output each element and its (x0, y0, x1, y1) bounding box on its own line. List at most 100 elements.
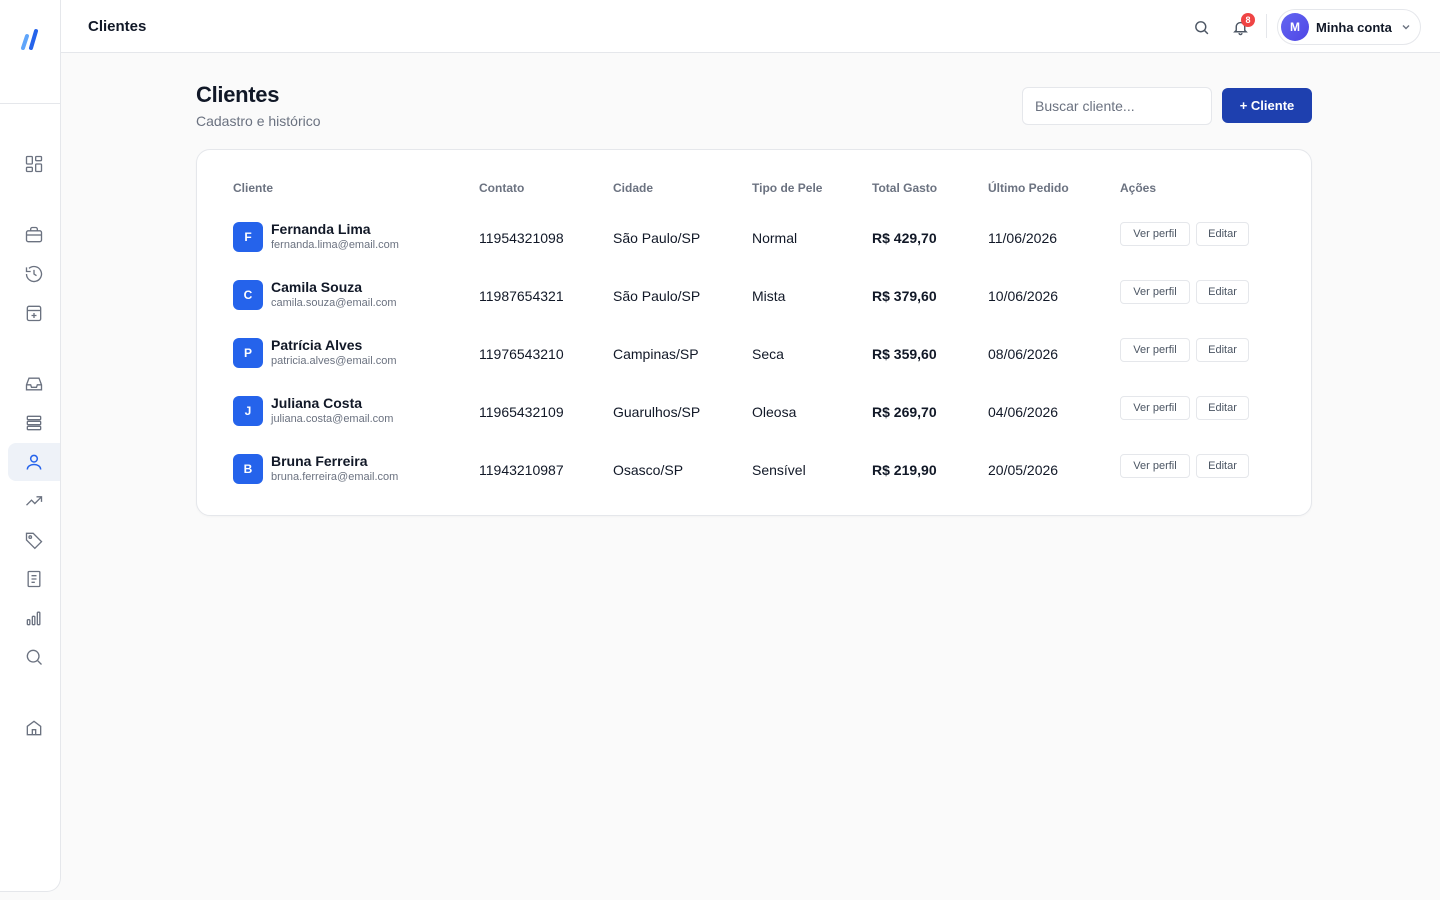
edit-button[interactable]: Editar (1196, 222, 1249, 246)
sidebar-item-sales[interactable] (8, 482, 60, 520)
client-last-order: 10/06/2026 (988, 288, 1059, 304)
avatar: M (1281, 13, 1309, 41)
client-name: Camila Souza (271, 279, 363, 295)
account-menu[interactable]: M Minha conta (1277, 9, 1421, 45)
clients-table: Cliente Contato Cidade Tipo de Pele Tota… (196, 149, 1312, 516)
sidebar-item-documents[interactable] (8, 560, 60, 598)
view-profile-button[interactable]: Ver perfil (1120, 454, 1190, 478)
client-contact: 11987654321 (479, 288, 564, 304)
client-skin-type: Oleosa (752, 404, 797, 420)
client-email: fernanda.lima@email.com (271, 239, 399, 251)
client-skin-type: Sensível (752, 462, 806, 478)
view-profile-button[interactable]: Ver perfil (1120, 396, 1190, 420)
client-total-spent: R$ 429,70 (872, 230, 937, 246)
client-city: Osasco/SP (613, 462, 684, 478)
add-client-button[interactable]: + Cliente (1222, 88, 1312, 123)
client-contact: 11954321098 (479, 230, 564, 246)
client-avatar: P (233, 338, 263, 368)
column-header-city: Cidade (613, 181, 654, 195)
user-icon (26, 454, 42, 470)
dashboard-icon (25, 155, 43, 173)
sidebar-item-tags[interactable] (8, 521, 60, 559)
table-row: P Patrícia Alves patricia.alves@email.co… (197, 324, 1311, 382)
search-icon (1194, 20, 1208, 34)
page-title: Clientes (196, 82, 280, 107)
view-profile-button[interactable]: Ver perfil (1120, 338, 1190, 362)
client-last-order: 20/05/2026 (988, 462, 1059, 478)
client-contact: 11943210987 (479, 462, 564, 478)
sidebar-item-dashboard[interactable] (8, 145, 60, 183)
topbar-search-button[interactable] (1190, 16, 1212, 38)
sidebar-item-stock[interactable] (8, 294, 60, 332)
edit-button[interactable]: Editar (1196, 454, 1249, 478)
client-city: Guarulhos/SP (613, 404, 701, 420)
trending-up-icon (26, 496, 43, 506)
client-last-order: 08/06/2026 (988, 346, 1059, 362)
client-name: Fernanda Lima (271, 221, 371, 237)
sidebar-item-search[interactable] (8, 638, 60, 676)
client-email: camila.souza@email.com (271, 297, 397, 309)
topbar-title: Clientes (88, 18, 147, 35)
document-icon (27, 570, 41, 588)
search-icon (26, 649, 42, 665)
layers-icon (26, 415, 42, 431)
edit-button[interactable]: Editar (1196, 338, 1249, 362)
client-total-spent: R$ 219,90 (872, 462, 937, 478)
account-label: Minha conta (1316, 19, 1392, 35)
client-city: São Paulo/SP (613, 288, 701, 304)
briefcase-icon (25, 226, 43, 243)
view-profile-button[interactable]: Ver perfil (1120, 222, 1190, 246)
sidebar-item-history[interactable] (8, 255, 60, 293)
client-avatar: J (233, 396, 263, 426)
client-avatar: F (233, 222, 263, 252)
client-total-spent: R$ 269,70 (872, 404, 937, 420)
client-skin-type: Normal (752, 230, 798, 246)
client-last-order: 11/06/2026 (988, 230, 1058, 246)
sidebar-item-orders[interactable] (8, 216, 60, 254)
table-row: B Bruna Ferreira bruna.ferreira@email.co… (197, 440, 1311, 498)
edit-button[interactable]: Editar (1196, 280, 1249, 304)
column-header-last-order: Último Pedido (988, 181, 1069, 195)
bar-chart-icon (26, 611, 41, 626)
client-avatar: C (233, 280, 263, 310)
archive-plus-icon (26, 305, 42, 322)
client-email: bruna.ferreira@email.com (271, 471, 399, 483)
topbar-divider (1266, 14, 1267, 38)
notifications-badge: 8 (1241, 13, 1255, 27)
column-header-actions: Ações (1120, 181, 1157, 195)
client-contact: 11976543210 (479, 346, 564, 362)
logo[interactable] (0, 0, 60, 104)
table-row: J Juliana Costa juliana.costa@email.com … (197, 382, 1311, 440)
client-total-spent: R$ 379,60 (872, 288, 937, 304)
column-header-contact: Contato (479, 181, 525, 195)
view-profile-button[interactable]: Ver perfil (1120, 280, 1190, 304)
page-subtitle: Cadastro e histórico (196, 113, 321, 129)
client-name: Juliana Costa (271, 395, 363, 411)
table-row: F Fernanda Lima fernanda.lima@email.com … (197, 208, 1311, 266)
client-contact: 11965432109 (479, 404, 564, 420)
sidebar-item-clients[interactable] (8, 443, 60, 481)
edit-button[interactable]: Editar (1196, 396, 1249, 420)
client-email: juliana.costa@email.com (271, 413, 394, 425)
column-header-total-spent: Total Gasto (872, 181, 938, 195)
client-city: São Paulo/SP (613, 230, 701, 246)
client-search-input[interactable] (1022, 87, 1212, 125)
inbox-icon (25, 377, 43, 391)
client-total-spent: R$ 359,60 (872, 346, 937, 362)
sidebar-item-reports[interactable] (8, 599, 60, 637)
home-icon (26, 720, 42, 736)
sidebar-item-home[interactable] (8, 709, 60, 747)
history-icon (25, 265, 43, 283)
tag-icon (25, 532, 43, 550)
sidebar-item-catalog[interactable] (8, 404, 60, 442)
sidebar-item-inbox[interactable] (8, 365, 60, 403)
topbar: Clientes 8 M Minha conta (61, 0, 1440, 53)
chevron-down-icon (1402, 25, 1410, 30)
client-name: Bruna Ferreira (271, 453, 368, 469)
client-city: Campinas/SP (613, 346, 699, 362)
client-name: Patrícia Alves (271, 337, 363, 353)
table-row: C Camila Souza camila.souza@email.com 11… (197, 266, 1311, 324)
client-avatar: B (233, 454, 263, 484)
logo-icon (21, 28, 38, 50)
client-last-order: 04/06/2026 (988, 404, 1059, 420)
